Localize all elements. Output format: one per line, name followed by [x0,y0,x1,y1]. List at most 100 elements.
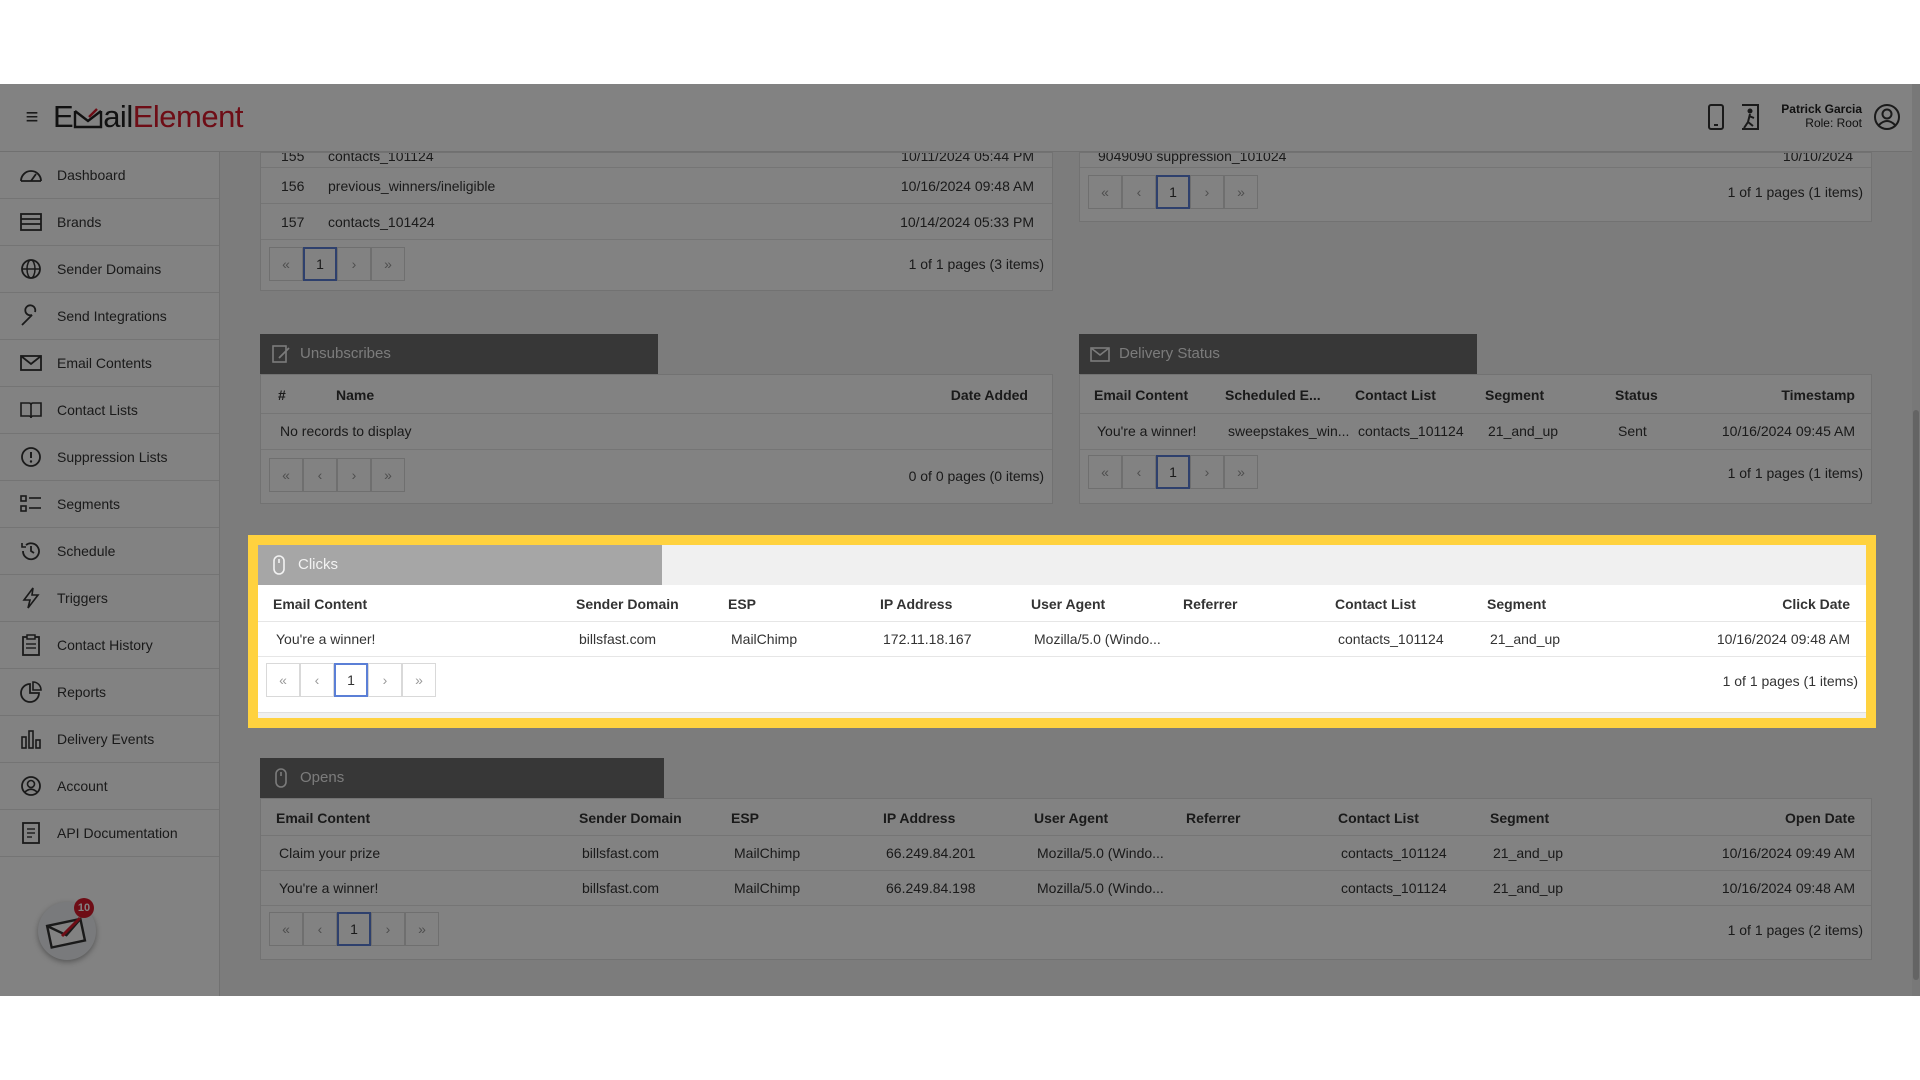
column-header[interactable]: Sender Domain [579,809,682,827]
table-cell[interactable]: You're a winner! [279,879,378,897]
sidebar-item-suppression-lists[interactable]: Suppression Lists [0,434,219,481]
column-header[interactable]: Email Content [276,809,370,827]
last-page-button[interactable]: » [371,247,405,281]
first-page-button[interactable]: « [1088,175,1122,209]
sidebar-item-api-documentation[interactable]: API Documentation [0,810,219,857]
prev-page-button[interactable]: ‹ [1122,455,1156,489]
page-number-button[interactable]: 1 [1156,455,1190,489]
column-header[interactable]: Open Date [1785,809,1855,827]
first-page-button[interactable]: « [269,247,303,281]
column-header[interactable]: ESP [728,595,756,613]
envelope-icon [20,355,42,371]
column-header[interactable]: Timestamp [1781,386,1855,404]
clicks-tab[interactable]: Clicks [258,545,662,585]
row-name[interactable]: 9049090 suppression_101024 [1098,153,1286,165]
sidebar-item-send-integrations[interactable]: Send Integrations [0,293,219,340]
next-page-button[interactable]: › [337,458,371,492]
page-number-button[interactable]: 1 [303,247,337,281]
sidebar-item-contact-history[interactable]: Contact History [0,622,219,669]
exit-icon[interactable] [1736,102,1764,132]
column-header[interactable]: Referrer [1183,595,1237,613]
sidebar-item-dashboard[interactable]: Dashboard [0,152,219,199]
table-cell: contacts_101124 [1341,845,1447,861]
table-cell: Mozilla/5.0 (Windo... [1037,880,1164,896]
table-cell[interactable]: You're a winner! [1097,422,1196,440]
mail-notification-button[interactable]: 10 [38,898,96,960]
first-page-button[interactable]: « [266,663,300,697]
first-page-button[interactable]: « [269,912,303,946]
next-page-button[interactable]: › [368,663,402,697]
column-header[interactable]: Date Added [951,386,1028,404]
user-info[interactable]: Patrick Garcia Role: Root [1781,102,1862,130]
row-name[interactable]: previous_winners/ineligible [328,177,495,195]
column-header[interactable]: Scheduled E... [1225,386,1321,404]
sidebar-item-contact-lists[interactable]: Contact Lists [0,387,219,434]
next-page-button[interactable]: › [371,912,405,946]
table-cell[interactable]: You're a winner! [276,630,375,648]
last-page-button[interactable]: » [402,663,436,697]
column-header[interactable]: # [278,386,286,404]
user-avatar-icon[interactable] [1872,102,1902,132]
next-page-button[interactable]: › [1190,455,1224,489]
sidebar-item-reports[interactable]: Reports [0,669,219,716]
scrollbar[interactable] [1912,84,1920,996]
column-header[interactable]: Status [1615,386,1658,404]
table-cell[interactable]: Claim your prize [279,844,380,862]
page-number-button[interactable]: 1 [1156,175,1190,209]
row-date: 10/16/2024 09:48 AM [900,178,1034,194]
menu-icon[interactable]: ≡ [22,104,42,130]
prev-page-button[interactable]: ‹ [300,663,334,697]
column-header[interactable]: Segment [1487,595,1546,613]
last-page-button[interactable]: » [1224,455,1258,489]
last-page-button[interactable]: » [1224,175,1258,209]
sidebar-item-label: Reports [57,684,107,700]
sidebar-item-schedule[interactable]: Schedule [0,528,219,575]
column-header[interactable]: IP Address [883,809,955,827]
column-header[interactable]: User Agent [1034,809,1108,827]
column-header[interactable]: Referrer [1186,809,1240,827]
prev-page-button[interactable]: ‹ [303,912,337,946]
page-number-button[interactable]: 1 [337,912,371,946]
sidebar-item-triggers[interactable]: Triggers [0,575,219,622]
logo-prefix: E [53,99,74,134]
row-date: 10/10/2024 [1782,152,1853,164]
sidebar-item-delivery-events[interactable]: Delivery Events [0,716,219,763]
column-header[interactable]: Email Content [273,595,367,613]
column-header[interactable]: Sender Domain [576,595,679,613]
unsubscribes-tab[interactable]: Unsubscribes [260,334,658,374]
column-header[interactable]: IP Address [880,595,952,613]
sidebar-item-brands[interactable]: Brands [0,199,219,246]
first-page-button[interactable]: « [1088,455,1122,489]
last-page-button[interactable]: » [405,912,439,946]
sidebar-item-email-contents[interactable]: Email Contents [0,340,219,387]
row-name[interactable]: contacts_101424 [328,213,435,231]
sidebar-item-segments[interactable]: Segments [0,481,219,528]
prev-page-button[interactable]: ‹ [1122,175,1156,209]
column-header[interactable]: User Agent [1031,595,1105,613]
opens-panel: Email Content Sender Domain ESP IP Address U… [260,798,1872,960]
row-name[interactable]: contacts_101124 [328,153,434,165]
next-page-button[interactable]: › [1190,175,1224,209]
column-header[interactable]: Contact List [1338,809,1419,827]
column-header[interactable]: ESP [731,809,759,827]
column-header[interactable]: Name [336,386,374,404]
prev-page-button[interactable]: ‹ [303,458,337,492]
column-header[interactable]: Segment [1490,809,1549,827]
next-page-button[interactable]: › [337,247,371,281]
brands-icon [20,213,42,231]
sidebar-item-account[interactable]: Account [0,763,219,810]
column-header[interactable]: Contact List [1335,595,1416,613]
column-header[interactable]: Click Date [1782,595,1850,613]
opens-tab[interactable]: Opens [260,758,664,798]
delivery-status-tab[interactable]: Delivery Status [1079,334,1477,374]
last-page-button[interactable]: » [371,458,405,492]
logo[interactable]: EailElement [53,98,243,136]
column-header[interactable]: Contact List [1355,386,1436,404]
scrollbar-thumb[interactable] [1913,410,1919,980]
column-header[interactable]: Email Content [1094,386,1188,404]
column-header[interactable]: Segment [1485,386,1544,404]
first-page-button[interactable]: « [269,458,303,492]
sidebar-item-sender-domains[interactable]: Sender Domains [0,246,219,293]
page-number-button[interactable]: 1 [334,663,368,697]
mobile-icon[interactable] [1702,102,1730,132]
